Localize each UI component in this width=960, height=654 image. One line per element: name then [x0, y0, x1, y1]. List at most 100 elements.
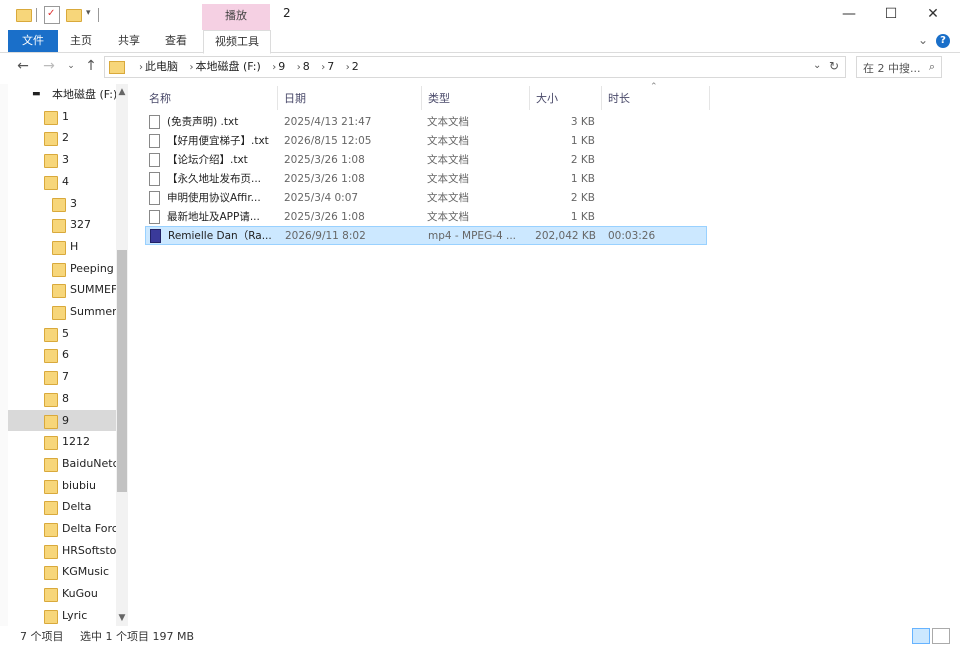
- nav-item[interactable]: 9: [8, 409, 120, 431]
- file-row[interactable]: 申明使用协议Affir... 2025/3/4 0:07 文本文档 2 KB: [145, 189, 707, 208]
- file-name: 【论坛介绍】.txt: [167, 153, 248, 166]
- folder-icon: [52, 197, 66, 212]
- column-divider[interactable]: [709, 86, 710, 110]
- column-header-name[interactable]: 名称: [149, 88, 171, 110]
- scroll-up-icon[interactable]: ▲: [116, 86, 128, 98]
- nav-item[interactable]: 5: [8, 323, 120, 344]
- folder-icon: [52, 306, 66, 320]
- column-header-type[interactable]: 类型: [428, 88, 450, 110]
- collapse-ribbon-icon[interactable]: ⌄: [918, 33, 928, 47]
- nav-item[interactable]: biubiu: [8, 475, 120, 496]
- minimize-button[interactable]: —: [826, 0, 872, 28]
- back-arrow-icon[interactable]: ←: [14, 57, 32, 75]
- chevron-right-icon[interactable]: ›: [139, 62, 143, 73]
- breadcrumb-item[interactable]: 8: [303, 60, 310, 73]
- address-bar[interactable]: › 此电脑 › 本地磁盘 (F:) › 9 › 8 › 7 › 2 ⌄ ↻: [104, 56, 846, 78]
- scroll-down-icon[interactable]: ▼: [116, 612, 128, 624]
- column-header-duration[interactable]: 时长: [608, 88, 630, 110]
- breadcrumb-item[interactable]: 本地磁盘 (F:): [196, 60, 261, 73]
- column-header-size[interactable]: 大小: [536, 88, 558, 110]
- tab-video-tools[interactable]: 视频工具: [203, 30, 271, 54]
- file-row[interactable]: 【永久地址发布页... 2025/3/26 1:08 文本文档 1 KB: [145, 170, 707, 189]
- file-name: (免责声明) .txt: [167, 116, 239, 128]
- file-date: 2025/3/26 1:08: [284, 153, 365, 166]
- nav-item[interactable]: 3: [8, 193, 120, 214]
- address-dropdown-icon[interactable]: ⌄: [813, 60, 821, 71]
- nav-item[interactable]: H: [8, 236, 120, 257]
- new-folder-icon[interactable]: [66, 9, 82, 22]
- customize-qa-icon[interactable]: ▾: [86, 8, 91, 18]
- forward-arrow-icon[interactable]: →: [40, 57, 58, 75]
- nav-item-label: KGMusic: [62, 565, 110, 579]
- nav-item-label: 6: [62, 348, 69, 362]
- properties-icon[interactable]: ✓: [44, 6, 60, 24]
- tab-view[interactable]: 查看: [165, 30, 187, 52]
- search-icon[interactable]: ⌕: [929, 60, 935, 74]
- nav-item[interactable]: Peeping: [8, 258, 120, 279]
- maximize-button[interactable]: ☐: [868, 0, 914, 28]
- text-file-icon: [149, 171, 160, 186]
- search-input[interactable]: 在 2 中搜... ⌕: [856, 56, 942, 78]
- file-row[interactable]: Remielle Dan（Ra... 2026/9/11 8:02 mp4 - MP…: [145, 226, 707, 246]
- up-arrow-icon[interactable]: ↑: [82, 57, 100, 75]
- divider: [98, 8, 99, 22]
- nav-item[interactable]: 327: [8, 214, 120, 235]
- close-button[interactable]: ✕: [910, 0, 956, 28]
- nav-item[interactable]: BaiduNetc: [8, 453, 120, 474]
- nav-item[interactable]: SUMMEF: [8, 279, 120, 300]
- breadcrumb-item[interactable]: 2: [352, 60, 359, 73]
- column-divider[interactable]: [529, 86, 530, 110]
- nav-item[interactable]: HRSoftsto: [8, 540, 120, 561]
- chevron-right-icon[interactable]: ›: [346, 62, 350, 73]
- nav-item[interactable]: Delta: [8, 496, 120, 517]
- nav-item[interactable]: Summer: [8, 301, 120, 322]
- nav-item[interactable]: 1212: [8, 431, 120, 452]
- tab-home[interactable]: 主页: [70, 30, 92, 52]
- help-icon[interactable]: ?: [936, 34, 950, 48]
- nav-item[interactable]: 4: [8, 171, 120, 192]
- file-row[interactable]: (免责声明) .txt 2025/4/13 21:47 文本文档 3 KB: [145, 113, 707, 132]
- column-divider[interactable]: [277, 86, 278, 110]
- nav-item-label: 1: [62, 109, 69, 123]
- file-row[interactable]: 【好用便宜梯子】.txt 2026/8/15 12:05 文本文档 1 KB: [145, 132, 707, 151]
- file-date: 2025/4/13 21:47: [284, 116, 372, 128]
- breadcrumb-item[interactable]: 7: [327, 60, 334, 73]
- nav-item[interactable]: 6: [8, 344, 120, 365]
- breadcrumb-item[interactable]: 此电脑: [145, 60, 178, 73]
- chevron-right-icon[interactable]: ›: [297, 62, 301, 73]
- column-divider[interactable]: [421, 86, 422, 110]
- refresh-icon[interactable]: ↻: [829, 59, 839, 73]
- nav-item[interactable]: 8: [8, 388, 120, 409]
- nav-item[interactable]: 2: [8, 127, 120, 148]
- nav-scrollbar-thumb[interactable]: [117, 250, 127, 492]
- file-name: 【好用便宜梯子】.txt: [167, 134, 269, 147]
- folder-icon: [52, 240, 66, 255]
- file-date: 2025/3/26 1:08: [284, 210, 365, 223]
- breadcrumb-item[interactable]: 9: [278, 60, 285, 73]
- file-row[interactable]: 最新地址及APP请... 2025/3/26 1:08 文本文档 1 KB: [145, 208, 707, 227]
- column-divider[interactable]: [601, 86, 602, 110]
- tab-file[interactable]: 文件: [8, 30, 58, 52]
- nav-item[interactable]: 1: [8, 106, 120, 127]
- nav-item[interactable]: KGMusic: [8, 561, 120, 582]
- navigation-pane: ▬ 本地磁盘 (F:) 1 2 3 4 3 327 H Peeping SUMMEF Summer 5 6…: [8, 84, 128, 626]
- nav-item-label: 1212: [62, 435, 90, 449]
- nav-item[interactable]: KuGou: [8, 583, 120, 604]
- file-row[interactable]: 【论坛介绍】.txt 2025/3/26 1:08 文本文档 2 KB: [145, 151, 707, 170]
- nav-item[interactable]: 3: [8, 149, 120, 170]
- nav-item[interactable]: ▬ 本地磁盘 (F:): [8, 84, 120, 105]
- file-size: 3 KB: [570, 116, 595, 128]
- chevron-right-icon[interactable]: ›: [272, 62, 276, 73]
- nav-item-label: 4: [62, 174, 69, 188]
- chevron-right-icon[interactable]: ›: [190, 62, 194, 73]
- large-icons-view-icon[interactable]: [932, 628, 950, 644]
- nav-item[interactable]: Lyric: [8, 605, 120, 626]
- chevron-right-icon[interactable]: ›: [321, 62, 325, 73]
- nav-item-label: 5: [62, 326, 69, 340]
- details-view-icon[interactable]: [912, 628, 930, 644]
- nav-item[interactable]: 7: [8, 366, 120, 387]
- recent-locations-icon[interactable]: ⌄: [62, 57, 80, 75]
- tab-share[interactable]: 共享: [118, 30, 140, 52]
- nav-item[interactable]: Delta Forc: [8, 518, 120, 539]
- column-header-date[interactable]: 日期: [284, 88, 306, 110]
